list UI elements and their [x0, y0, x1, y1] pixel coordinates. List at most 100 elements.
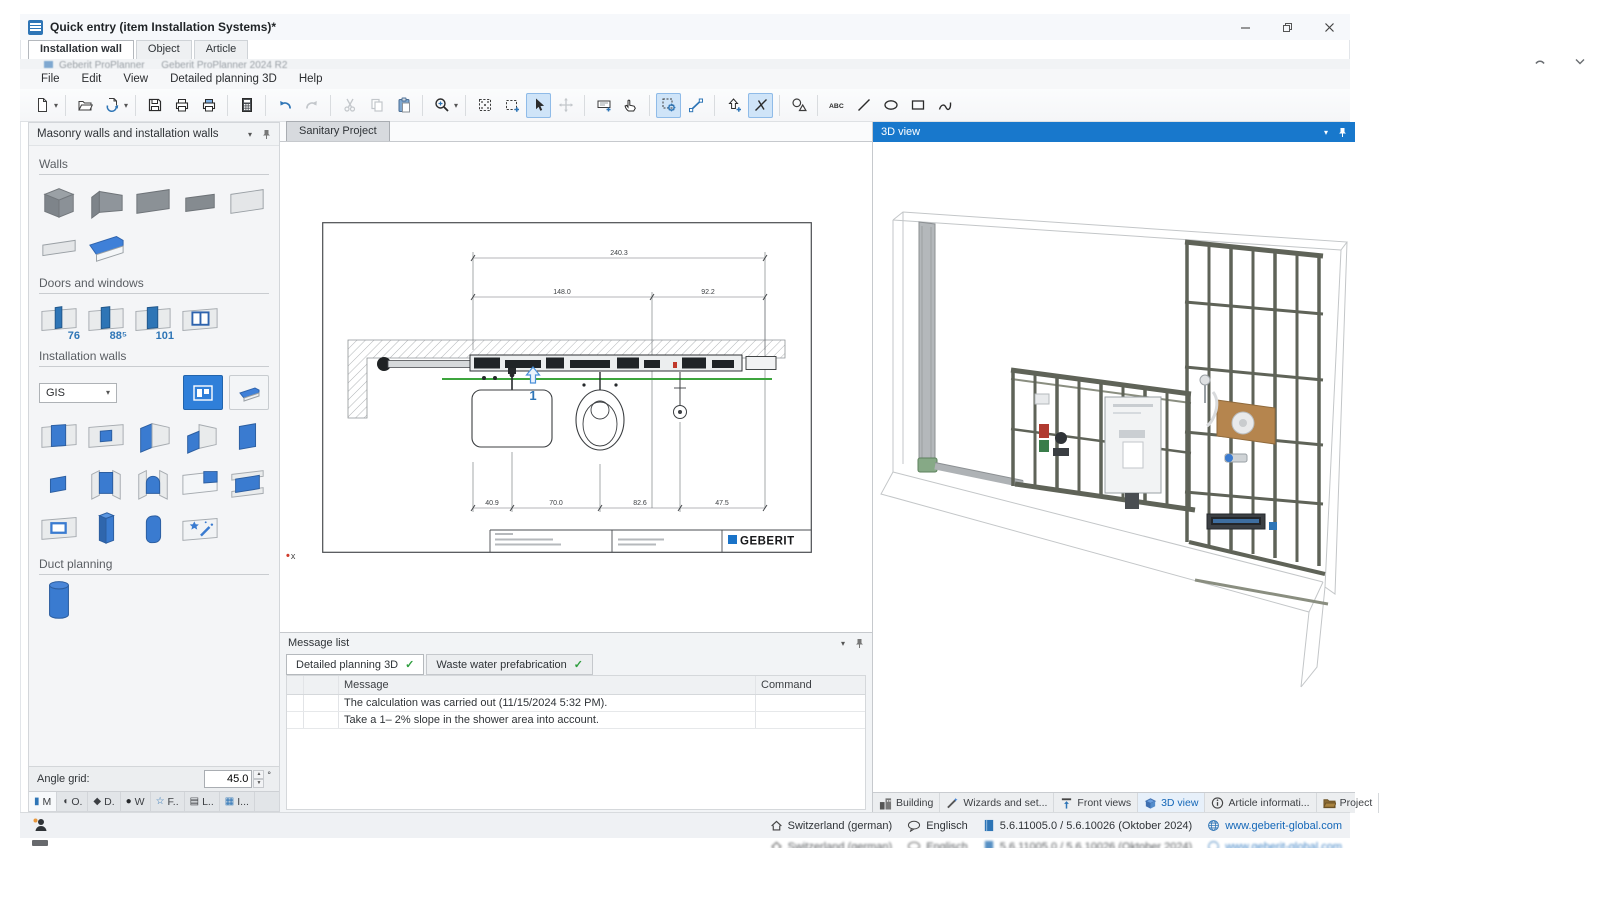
stepper-down-icon[interactable]: ▼ [253, 779, 264, 788]
import-button[interactable] [99, 93, 124, 118]
catalog-tab-water[interactable]: ●W [121, 792, 151, 811]
thumb-inst-u-shape[interactable] [84, 462, 128, 502]
text-button[interactable]: ABC [824, 93, 849, 118]
pin-icon[interactable] [262, 129, 271, 140]
thumb-inst-arch[interactable] [131, 462, 175, 502]
menu-view[interactable]: View [112, 69, 159, 89]
thumb-inst-partial-panel[interactable] [84, 416, 128, 456]
thumb-inst-full-panel[interactable] [37, 416, 81, 456]
select-cursor-button[interactable] [526, 93, 551, 118]
menu-edit[interactable]: Edit [71, 69, 113, 89]
status-region[interactable]: Switzerland (german) [770, 819, 893, 832]
user-icon[interactable] [32, 817, 48, 833]
catalog-tab-installation[interactable]: ▦I... [220, 792, 255, 811]
tab-article[interactable]: Article [194, 40, 249, 59]
move-button[interactable] [553, 93, 578, 118]
thumb-inst-corner-top[interactable] [178, 462, 222, 502]
install-mode-frame-button[interactable] [183, 375, 223, 410]
menu-detailed-planning-3d[interactable]: Detailed planning 3D [159, 69, 288, 89]
calculator-button[interactable] [234, 93, 259, 118]
message-tab-waste-water[interactable]: Waste water prefabrication✓ [426, 654, 593, 675]
angle-grid-input[interactable] [204, 770, 252, 788]
status-version[interactable]: 5.6.11005.0 / 5.6.10026 (Oktober 2024) [983, 819, 1192, 832]
stepper-up-icon[interactable]: ▲ [253, 770, 264, 779]
zoom-extents-button[interactable] [472, 93, 497, 118]
3d-viewport[interactable] [873, 142, 1355, 792]
thumb-window[interactable] [178, 300, 222, 340]
catalog-tab-masonry[interactable]: ▮M [29, 792, 57, 811]
maximize-button[interactable] [1266, 14, 1308, 40]
thumb-wall-prewall-selected[interactable] [84, 227, 128, 267]
thumb-wall-cube[interactable] [37, 181, 81, 221]
angle-grid-stepper[interactable]: ▲▼ [253, 770, 264, 788]
view-tab-building[interactable]: Building [873, 793, 940, 813]
thumb-door-101[interactable]: 101 [131, 300, 175, 340]
thumb-inst-small-slab[interactable] [37, 462, 81, 502]
thumb-door-88[interactable]: 88⁵ [84, 300, 128, 340]
pan-hand-button[interactable] [618, 93, 643, 118]
thumb-wall-dark-small[interactable] [178, 181, 222, 221]
view-tab-wizards[interactable]: Wizards and set... [940, 793, 1054, 813]
rectangle-button[interactable] [905, 93, 930, 118]
new-dropdown-caret[interactable]: ▾ [54, 101, 58, 110]
install-mode-prewall-button[interactable] [229, 375, 269, 410]
plan-canvas[interactable]: •x [280, 142, 872, 632]
message-list-caret[interactable]: ▾ [841, 639, 845, 648]
catalog-tab-objects[interactable]: ◖O. [57, 792, 88, 811]
thumb-wall-flat-light[interactable] [37, 227, 81, 267]
status-website-link[interactable]: www.geberit-global.com [1207, 819, 1342, 832]
tab-installation-wall[interactable]: Installation wall [28, 40, 134, 59]
pin-icon[interactable] [855, 638, 864, 649]
print-button[interactable] [169, 93, 194, 118]
print-preview-button[interactable] [196, 93, 221, 118]
close-button[interactable] [1308, 14, 1350, 40]
message-row[interactable]: The calculation was carried out (11/15/2… [287, 695, 865, 712]
system-select[interactable]: GIS▾ [39, 383, 117, 403]
catalog-tab-layers[interactable]: ▤L.. [185, 792, 220, 811]
save-button[interactable] [142, 93, 167, 118]
status-language[interactable]: Englisch [907, 820, 968, 832]
import-dropdown-caret[interactable]: ▾ [124, 101, 128, 110]
catalog-tab-duct[interactable]: ◆D. [88, 792, 120, 811]
thumb-inst-inspection[interactable] [37, 508, 81, 548]
arc-button[interactable] [932, 93, 957, 118]
tab-object[interactable]: Object [136, 40, 192, 59]
thumb-inst-wizard[interactable] [178, 508, 222, 548]
view-tab-3d-view[interactable]: 3D view [1138, 793, 1205, 813]
undo-button[interactable] [272, 93, 297, 118]
thumb-inst-column[interactable] [84, 508, 128, 548]
line-button[interactable] [851, 93, 876, 118]
thumb-wall-corner[interactable] [84, 181, 128, 221]
zoom-window-button[interactable] [499, 93, 524, 118]
thumb-wall-light[interactable] [225, 181, 269, 221]
catalog-tab-favorites[interactable]: ☆F.. [151, 792, 185, 811]
dialog-titlebar[interactable]: Quick entry (item Installation Systems)* [20, 14, 1350, 40]
message-tab-detailed-planning[interactable]: Detailed planning 3D✓ [286, 654, 424, 675]
extrude-arrow-button[interactable] [721, 93, 746, 118]
zoom-dropdown-caret[interactable]: ▾ [454, 101, 458, 110]
paste-button[interactable] [391, 93, 416, 118]
3d-view-caret[interactable]: ▾ [1324, 128, 1328, 137]
chevron-down-icon[interactable] [1574, 57, 1586, 66]
thumb-inst-h-frame[interactable] [225, 462, 269, 502]
cut-button[interactable] [337, 93, 362, 118]
thumb-door-76[interactable]: 76 [37, 300, 81, 340]
thumb-inst-slab[interactable] [225, 416, 269, 456]
document-tab-sanitary-project[interactable]: Sanitary Project [286, 121, 390, 141]
message-list-header[interactable]: Message list ▾ [280, 633, 872, 653]
ellipse-button[interactable] [878, 93, 903, 118]
dimension-note-button[interactable] [591, 93, 616, 118]
3d-view-header[interactable]: 3D view ▾ [873, 122, 1355, 142]
selection-settings-button[interactable] [656, 93, 681, 118]
thumb-duct-cylinder[interactable] [37, 581, 81, 621]
open-button[interactable] [72, 93, 97, 118]
view-tab-project[interactable]: Project [1317, 793, 1380, 813]
thumb-inst-corner-partial[interactable] [178, 416, 222, 456]
copy-button[interactable] [364, 93, 389, 118]
view-tab-front-views[interactable]: Front views [1054, 793, 1138, 813]
menu-help[interactable]: Help [288, 69, 334, 89]
collapse-up-icon[interactable] [1534, 57, 1546, 66]
message-row[interactable]: Take a 1– 2% slope in the shower area in… [287, 712, 865, 729]
redo-button[interactable] [299, 93, 324, 118]
polyline-edit-button[interactable] [683, 93, 708, 118]
